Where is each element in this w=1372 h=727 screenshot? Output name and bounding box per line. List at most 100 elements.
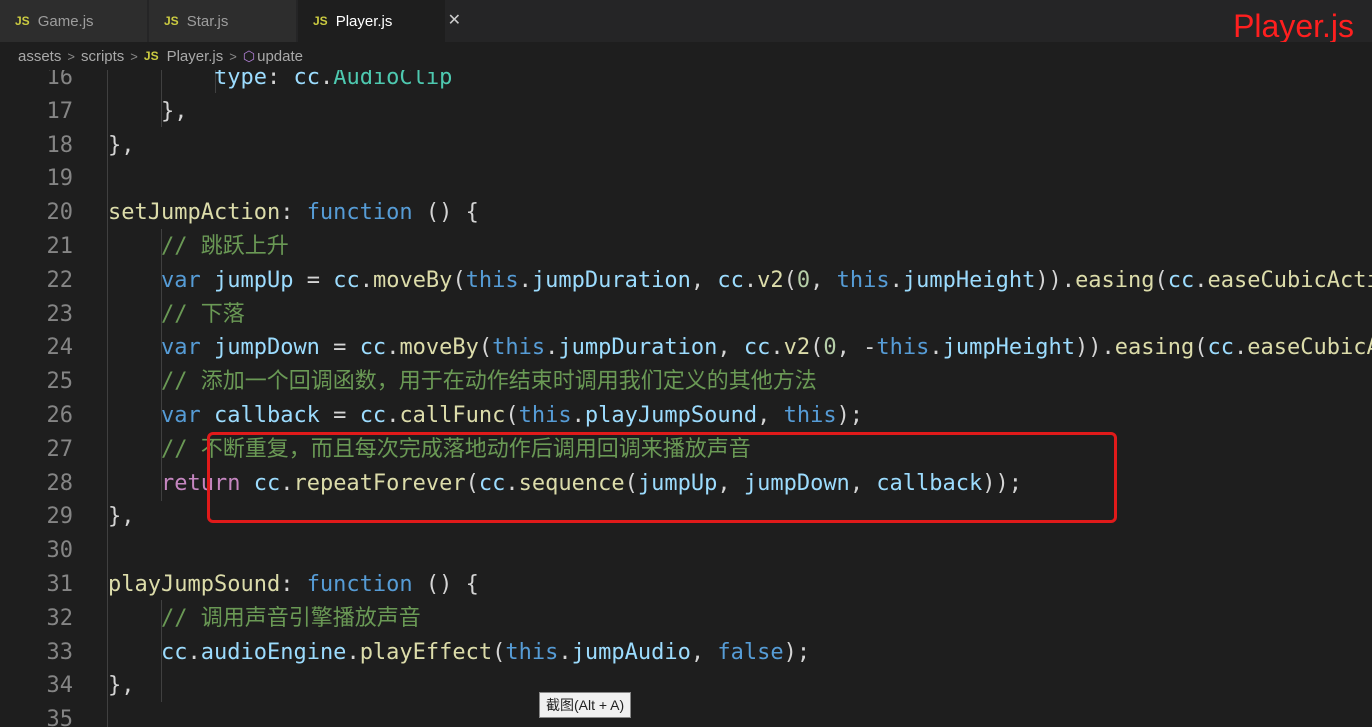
line-number: 17 <box>46 98 74 124</box>
code-line[interactable]: 32 // 调用声音引擎播放声音 <box>0 602 1372 636</box>
code-token: )). <box>1035 267 1076 293</box>
code-token: }, <box>108 98 188 124</box>
line-number: 29 <box>46 504 74 530</box>
code-token: audioEngine <box>200 639 347 665</box>
code-token: }, <box>108 504 135 530</box>
breadcrumb-symbol[interactable]: update <box>257 48 303 65</box>
code-token: this <box>783 403 837 428</box>
code-token: jumpDuration <box>558 335 718 361</box>
code-token: v2 <box>783 335 811 361</box>
code-token: . <box>518 267 532 293</box>
code-token: , <box>810 267 837 293</box>
tab-player-js[interactable]: JS Player.js ✕ <box>298 0 461 42</box>
line-number: 18 <box>46 132 74 158</box>
code-token: . <box>929 335 943 361</box>
code-line[interactable]: 24 var jumpDown = cc.moveBy(this.jumpDur… <box>0 331 1372 365</box>
code-token: jumpDuration <box>531 267 691 293</box>
code-line[interactable]: 25 // 添加一个回调函数，用于在动作结束时调用我们定义的其他方法 <box>0 365 1372 399</box>
code-token: callFunc <box>399 403 506 428</box>
code-token: ); <box>836 403 864 428</box>
chevron-right-icon: > <box>229 48 237 64</box>
tab-star-js[interactable]: JS Star.js <box>149 0 297 42</box>
code-text: // 添加一个回调函数，用于在动作结束时调用我们定义的其他方法 <box>108 365 817 399</box>
line-number: 20 <box>46 200 74 226</box>
code-text: // 跳跃上升 <box>108 230 289 264</box>
code-token: this <box>518 403 572 428</box>
code-token: cc <box>108 639 188 665</box>
code-token: cc <box>1167 267 1195 293</box>
code-token: ( <box>492 639 506 665</box>
code-token: easing <box>1075 267 1155 293</box>
breadcrumb-file[interactable]: Player.js <box>167 48 224 65</box>
code-token: . <box>889 267 903 293</box>
code-line[interactable]: 21 // 跳跃上升 <box>0 230 1372 264</box>
code-token: false <box>717 639 784 665</box>
tab-label: Player.js <box>335 12 393 30</box>
code-editor[interactable]: 16 type: cc.AudioClip 17 }, 18}, 19 20 setJum… <box>0 70 1372 727</box>
code-line[interactable]: 26 var callback = cc.callFunc(this.playJ… <box>0 399 1372 433</box>
code-text: setJumpAction: function () { <box>108 196 479 230</box>
line-number: 24 <box>46 335 74 361</box>
line-number: 32 <box>46 605 74 631</box>
code-token: easing <box>1114 335 1195 361</box>
code-line[interactable]: 33 cc.audioEngine.playEffect(this.jumpAu… <box>0 636 1372 670</box>
code-token: var <box>108 335 214 361</box>
line-number: 28 <box>46 470 74 496</box>
code-token: function <box>306 200 413 226</box>
code-line[interactable]: 35 <box>0 703 1372 727</box>
line-number: 22 <box>46 267 74 293</box>
breadcrumb-item[interactable]: scripts <box>81 48 124 65</box>
breadcrumb: assets > scripts > JS Player.js > ⬡ upda… <box>0 42 1372 70</box>
code-token: playJumpSound <box>108 572 281 597</box>
code-token: cc <box>359 335 387 361</box>
breadcrumb-item[interactable]: assets <box>18 48 61 65</box>
line-number: 16 <box>46 70 74 90</box>
code-token: AudioClip <box>333 70 453 90</box>
code-token: , <box>690 267 718 293</box>
code-token: jumpAudio <box>571 639 691 665</box>
code-token: . <box>1234 335 1248 361</box>
code-token: : <box>280 200 307 226</box>
code-token: 0 <box>823 335 837 361</box>
line-number: 33 <box>46 639 74 665</box>
code-token: . <box>558 639 572 665</box>
line-number: 27 <box>46 436 74 462</box>
code-text: var callback = cc.callFunc(this.playJump… <box>108 399 863 433</box>
code-token: = <box>319 403 360 428</box>
code-token: cc <box>743 335 771 361</box>
code-line[interactable]: 23 // 下落 <box>0 298 1372 332</box>
code-token: jumpDown <box>213 335 320 361</box>
code-text: // 调用声音引擎播放声音 <box>108 602 421 636</box>
code-line[interactable]: 22 var jumpUp = cc.moveBy(this.jumpDurat… <box>0 264 1372 298</box>
code-token: () { <box>412 200 479 226</box>
code-token: : <box>280 572 307 597</box>
code-token: 0 <box>796 267 811 293</box>
code-token: , - <box>836 335 877 361</box>
code-line[interactable]: 30 <box>0 534 1372 568</box>
line-number: 19 <box>46 166 74 192</box>
code-line[interactable]: 20 setJumpAction: function () { <box>0 196 1372 230</box>
line-number: 26 <box>46 403 74 428</box>
code-text: var jumpUp = cc.moveBy(this.jumpDuration… <box>108 264 1372 298</box>
code-token: ( <box>478 335 493 361</box>
code-token: // 跳跃上升 <box>108 234 289 259</box>
code-token: this <box>836 267 890 293</box>
line-number: 30 <box>46 538 74 564</box>
close-icon[interactable]: ✕ <box>448 10 461 30</box>
code-line[interactable]: 18}, <box>0 129 1372 163</box>
code-line[interactable]: 31 playJumpSound: function () { <box>0 568 1372 602</box>
code-token: }, <box>108 673 135 699</box>
code-token: . <box>346 639 360 665</box>
code-token: . <box>386 335 400 361</box>
code-text: }, <box>108 95 188 129</box>
code-line[interactable]: 19 <box>0 162 1372 196</box>
tab-game-js[interactable]: JS Game.js <box>0 0 148 42</box>
code-token: this <box>465 267 519 293</box>
code-line[interactable]: 16 type: cc.AudioClip <box>0 70 1372 95</box>
code-token: moveBy <box>372 267 453 293</box>
code-line[interactable]: 34}, <box>0 669 1372 703</box>
code-token: ( <box>1194 335 1208 361</box>
code-line[interactable]: 17 }, <box>0 95 1372 129</box>
line-number: 34 <box>46 673 74 699</box>
